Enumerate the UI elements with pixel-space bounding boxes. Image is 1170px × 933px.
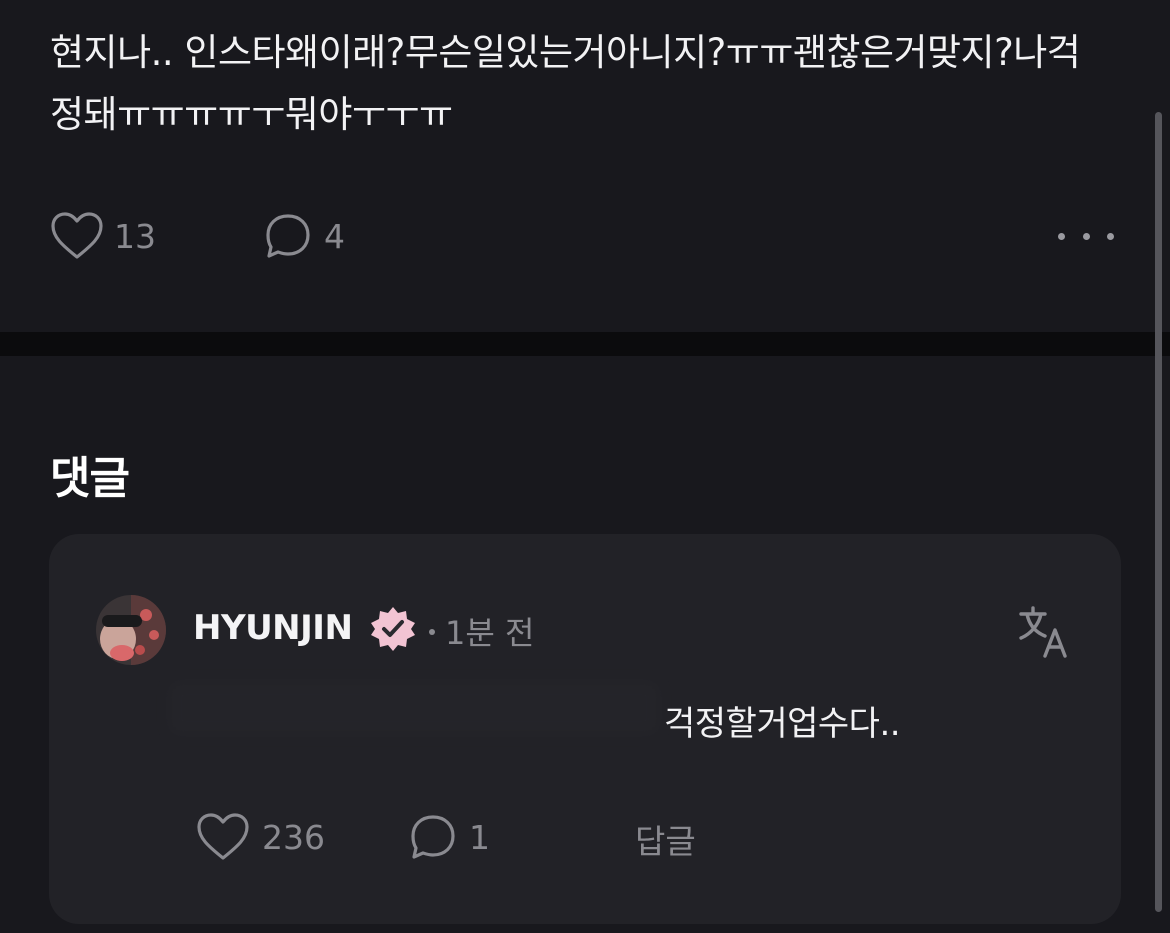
- separator-dot: [429, 629, 435, 635]
- comment-like-button[interactable]: 236: [196, 812, 325, 862]
- scrollbar[interactable]: [1155, 112, 1162, 912]
- comment-username[interactable]: HYUNJIN: [193, 608, 353, 648]
- post-comment-count: 4: [324, 216, 345, 256]
- verified-badge-icon: [369, 605, 417, 657]
- speech-bubble-icon: [266, 214, 310, 258]
- reply-button[interactable]: 답글: [635, 815, 696, 863]
- threads-post-page: 현지나.. 인스타왜이래?무슨일있는거아니지?ㅠㅠ괜찮은거맞지?나걱정돼ㅠㅠㅠㅠ…: [0, 0, 1170, 933]
- comment-like-count: 236: [262, 817, 325, 857]
- post-comment-button[interactable]: 4: [264, 211, 345, 261]
- comment-reply-count: 1: [469, 817, 490, 857]
- comment-text: 걱정할거업수다..: [664, 704, 901, 744]
- more-horizontal-icon: [1058, 232, 1065, 240]
- comment-reply-count-button[interactable]: 1: [409, 812, 490, 862]
- comments-heading: 댓글: [50, 453, 130, 504]
- avatar[interactable]: [96, 595, 166, 665]
- comment-card: HYUNJIN 1분 전 걱정할거업수다.. 236 1 답글: [49, 534, 1121, 924]
- heart-icon: [51, 212, 103, 259]
- speech-bubble-icon: [411, 815, 455, 859]
- post-text: 현지나.. 인스타왜이래?무슨일있는거아니지?ㅠㅠ괜찮은거맞지?나걱정돼ㅠㅠㅠㅠ…: [50, 31, 1081, 136]
- comment-timestamp: 1분 전: [445, 614, 535, 652]
- heart-icon: [197, 813, 249, 860]
- blurred-text: [169, 682, 659, 734]
- post: 현지나.. 인스타왜이래?무슨일있는거아니지?ㅠㅠ괜찮은거맞지?나걱정돼ㅠㅠㅠㅠ…: [0, 0, 1170, 332]
- section-divider: [0, 332, 1170, 356]
- post-like-button[interactable]: 13: [50, 211, 156, 261]
- translate-button[interactable]: [1017, 604, 1073, 664]
- comments-section: 댓글 HYUNJIN 1분 전 걱정할거업수다.. 236 1 답글: [0, 356, 1170, 933]
- more-options-button[interactable]: [1058, 228, 1114, 244]
- translate-icon: [1019, 606, 1067, 658]
- post-like-count: 13: [114, 216, 156, 256]
